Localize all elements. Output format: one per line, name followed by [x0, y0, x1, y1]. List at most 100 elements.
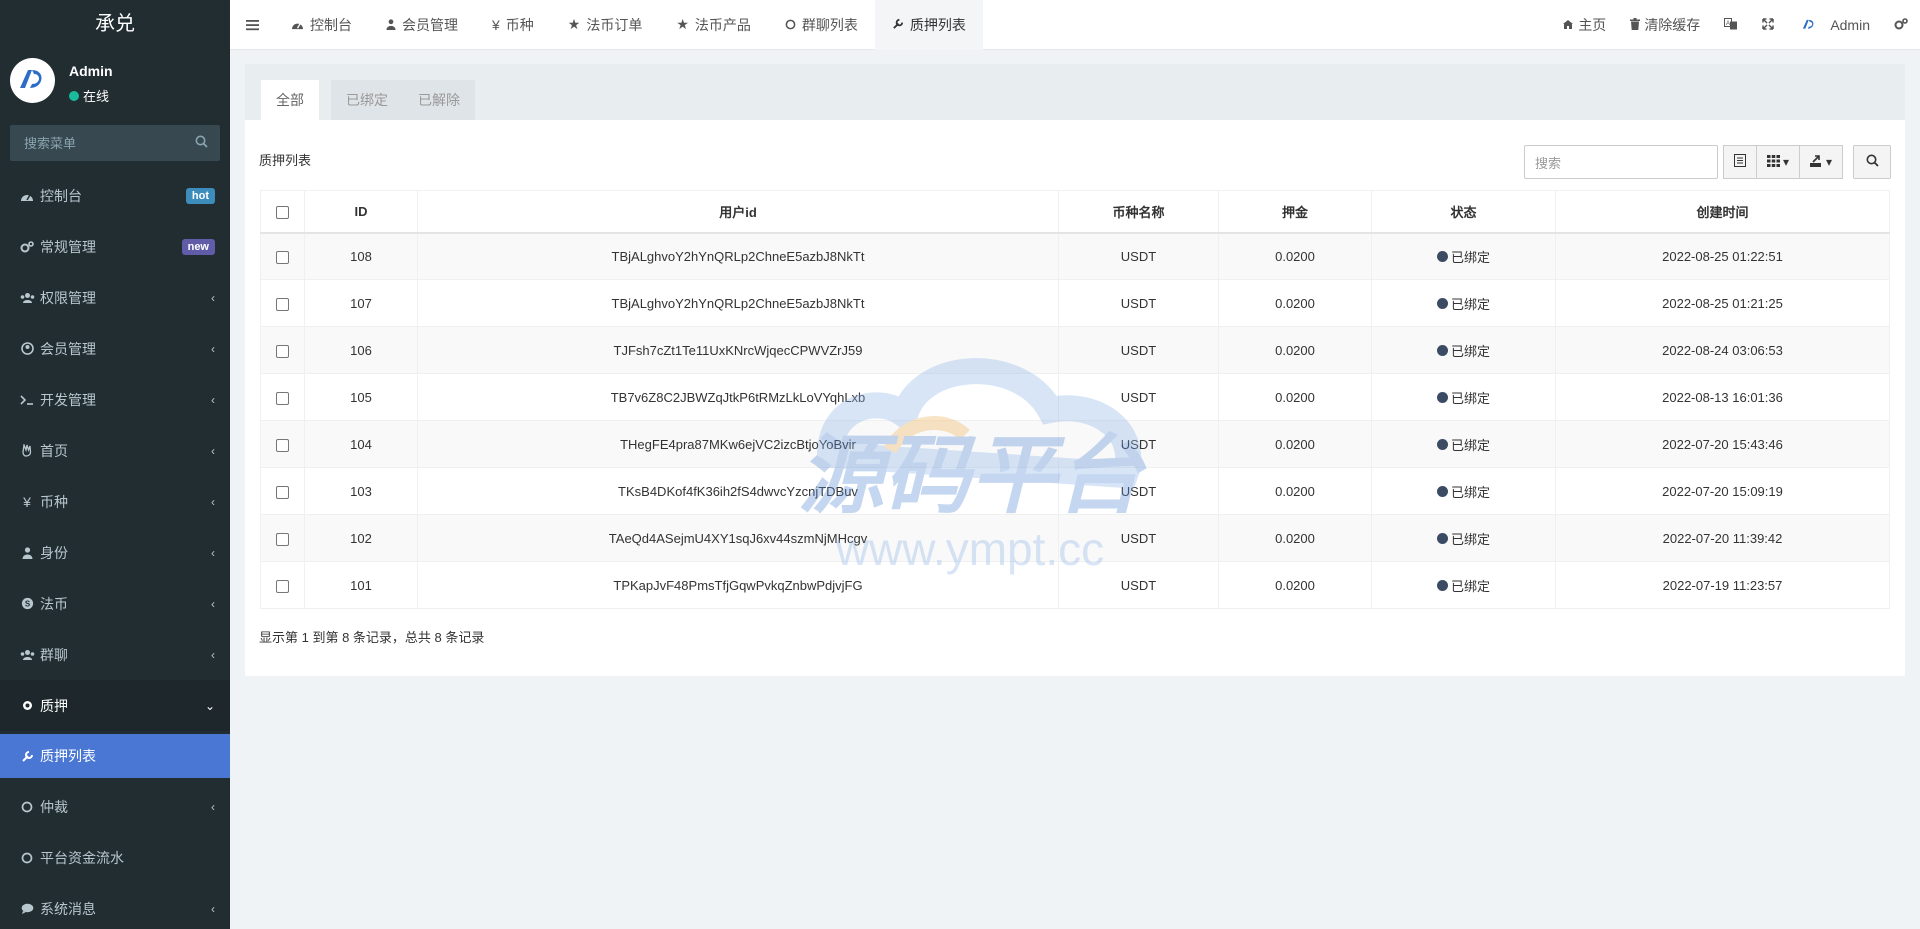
tab-bound[interactable]: 已绑定 — [331, 80, 403, 120]
circle-icon — [18, 801, 36, 813]
table-row[interactable]: 108 TBjALghvoY2hYnQRLp2ChneE5azbJ8NkTt USD… — [260, 232, 1890, 280]
top-navbar: 控制台 会员管理 ¥ 币种 ★ 法币订单 ★ 法币产品 群聊列表 质押列表 主页… — [230, 0, 1920, 50]
sidebar-item-general[interactable]: 常规管理 new — [0, 221, 230, 272]
sidebar-item-group-chat[interactable]: 群聊 ‹ — [0, 629, 230, 680]
search-button[interactable] — [1853, 145, 1891, 179]
search-icon[interactable] — [195, 135, 208, 151]
select-all-checkbox[interactable] — [276, 205, 289, 219]
sidebar-item-fund-flow[interactable]: 平台资金流水 — [0, 832, 230, 883]
row-select-cell — [260, 514, 305, 562]
cell-id: 103 — [304, 467, 418, 515]
row-checkbox[interactable] — [276, 532, 289, 546]
tab-fiat-orders[interactable]: ★ 法币订单 — [551, 0, 660, 50]
tab-released[interactable]: 已解除 — [403, 80, 475, 120]
sidebar-search-input[interactable] — [10, 125, 220, 161]
column-header[interactable]: 状态 — [1371, 190, 1556, 234]
cell-deposit: 0.0200 — [1218, 326, 1372, 374]
row-checkbox[interactable] — [276, 344, 289, 358]
column-header[interactable]: 押金 — [1218, 190, 1372, 234]
sidebar-item-staking-list[interactable]: 质押列表 — [0, 734, 230, 778]
cell-user-id: TKsB4DKof4fK36ih2fS4dwvcYzcnjTDBuv — [417, 467, 1059, 515]
toggle-view-button[interactable] — [1722, 145, 1757, 179]
cell-status: 已绑定 — [1371, 420, 1556, 468]
content-panel: 全部 已绑定 已解除 质押列表 搜索 ▾ ▾ ID 用户id 币种名称 押金 状… — [245, 64, 1905, 676]
tab-members[interactable]: 会员管理 — [369, 0, 475, 50]
list-view-icon — [1733, 154, 1746, 170]
app-brand[interactable]: 承兑 — [0, 0, 230, 50]
sidebar-item-label: 仲裁 — [40, 798, 68, 815]
column-header[interactable]: 用户id — [417, 190, 1059, 234]
trash-icon — [1630, 17, 1641, 33]
column-header[interactable]: 币种名称 — [1058, 190, 1219, 234]
tab-currency[interactable]: ¥ 币种 — [475, 0, 551, 50]
column-header[interactable]: ID — [304, 190, 418, 234]
tab-staking-list[interactable]: 质押列表 — [874, 0, 983, 50]
row-checkbox[interactable] — [276, 485, 289, 499]
table-row[interactable]: 103 TKsB4DKof4fK36ih2fS4dwvcYzcnjTDBuv USD… — [260, 467, 1890, 515]
yen-icon: ¥ — [23, 493, 31, 510]
row-select-cell — [260, 326, 305, 374]
sidebar-item-arbitration[interactable]: 仲裁 ‹ — [0, 781, 230, 832]
cell-deposit: 0.0200 — [1218, 420, 1372, 468]
users-icon — [18, 649, 36, 661]
sidebar-item-identity[interactable]: 身份 ‹ — [0, 527, 230, 578]
caret-down-icon: ▾ — [1825, 155, 1832, 169]
table-row[interactable]: 102 TAeQd4ASejmU4XY1sqJ6xv44szmNjMHcgv USD… — [260, 514, 1890, 562]
status-dot-icon — [1436, 438, 1448, 450]
row-checkbox[interactable] — [276, 438, 289, 452]
sidebar-item-permissions[interactable]: 权限管理 ‹ — [0, 272, 230, 323]
sidebar-item-staking[interactable]: 质押 ⌄ — [0, 680, 230, 731]
gear-icon — [18, 699, 36, 712]
sidebar-item-label: 权限管理 — [40, 289, 96, 306]
sidebar-toggle-button[interactable] — [230, 0, 274, 50]
sidebar-item-fiat[interactable]: S 法币 ‹ — [0, 578, 230, 629]
table-row[interactable]: 101 TPKapJvF48PmsTfjGqwPvkqZnbwPdjvjFG USD… — [260, 561, 1890, 609]
sidebar-item-home[interactable]: 首页 ‹ — [0, 425, 230, 476]
table-row[interactable]: 104 THegFE4pra87MKw6ejVC2izcBtjoYoBvir USD… — [260, 420, 1890, 468]
cell-deposit: 0.0200 — [1218, 514, 1372, 562]
sidebar-item-label: 常规管理 — [40, 238, 96, 255]
clear-cache-button[interactable]: 清除缓存 — [1618, 0, 1712, 50]
settings-button[interactable] — [1882, 0, 1920, 50]
translate-icon: A — [1724, 17, 1738, 33]
sidebar-item-label: 控制台 — [40, 187, 82, 204]
chevron-left-icon: ‹ — [211, 392, 215, 407]
fullscreen-button[interactable] — [1750, 0, 1786, 50]
row-checkbox[interactable] — [276, 579, 289, 593]
tab-all[interactable]: 全部 — [261, 80, 319, 120]
caret-down-icon: ▾ — [1782, 155, 1789, 169]
chevron-down-icon: ⌄ — [204, 698, 215, 713]
cell-created-time: 2022-08-25 01:22:51 — [1555, 232, 1890, 280]
row-select-cell — [260, 561, 305, 609]
sidebar-item-dev[interactable]: 开发管理 ‹ — [0, 374, 230, 425]
table-search-input[interactable]: 搜索 — [1523, 145, 1718, 179]
language-button[interactable]: A — [1712, 0, 1750, 50]
tab-group-chats[interactable]: 群聊列表 — [768, 0, 875, 50]
search-icon — [1866, 154, 1879, 170]
column-header[interactable]: 创建时间 — [1555, 190, 1890, 234]
sidebar-item-currency[interactable]: ¥ 币种 ‹ — [0, 476, 230, 527]
sidebar-search — [10, 125, 220, 161]
row-checkbox[interactable] — [276, 391, 289, 405]
row-checkbox[interactable] — [276, 250, 289, 264]
row-checkbox[interactable] — [276, 297, 289, 311]
user-status-label: 在线 — [83, 89, 110, 104]
columns-button[interactable]: ▾ — [1755, 145, 1800, 179]
table-row[interactable]: 106 TJFsh7cZt1Te11UxKNrcWjqecCPWVZrJ59 USD… — [260, 326, 1890, 374]
table-row[interactable]: 107 TBjALghvoY2hYnQRLp2ChneE5azbJ8NkTt USD… — [260, 279, 1890, 327]
cell-created-time: 2022-08-25 01:21:25 — [1555, 279, 1890, 327]
cell-status: 已绑定 — [1371, 279, 1556, 327]
status-badge: 已绑定 — [1436, 294, 1490, 313]
export-button[interactable]: ▾ — [1798, 145, 1843, 179]
status-dot-icon — [1436, 485, 1448, 497]
online-dot-icon — [69, 90, 79, 101]
cell-id: 105 — [304, 373, 418, 421]
user-menu[interactable]: Admin — [1786, 0, 1882, 50]
sidebar-item-system-messages[interactable]: 系统消息 ‹ — [0, 883, 230, 929]
sidebar-item-members[interactable]: 会员管理 ‹ — [0, 323, 230, 374]
tab-fiat-products[interactable]: ★ 法币产品 — [659, 0, 768, 50]
sidebar-item-dashboard[interactable]: 控制台 hot — [0, 170, 230, 221]
home-link[interactable]: 主页 — [1550, 0, 1618, 50]
tab-dashboard[interactable]: 控制台 — [274, 0, 369, 50]
table-row[interactable]: 105 TB7v6Z8C2JBWZqJtkP6tRMzLkLoVYqhLxb USD… — [260, 373, 1890, 421]
